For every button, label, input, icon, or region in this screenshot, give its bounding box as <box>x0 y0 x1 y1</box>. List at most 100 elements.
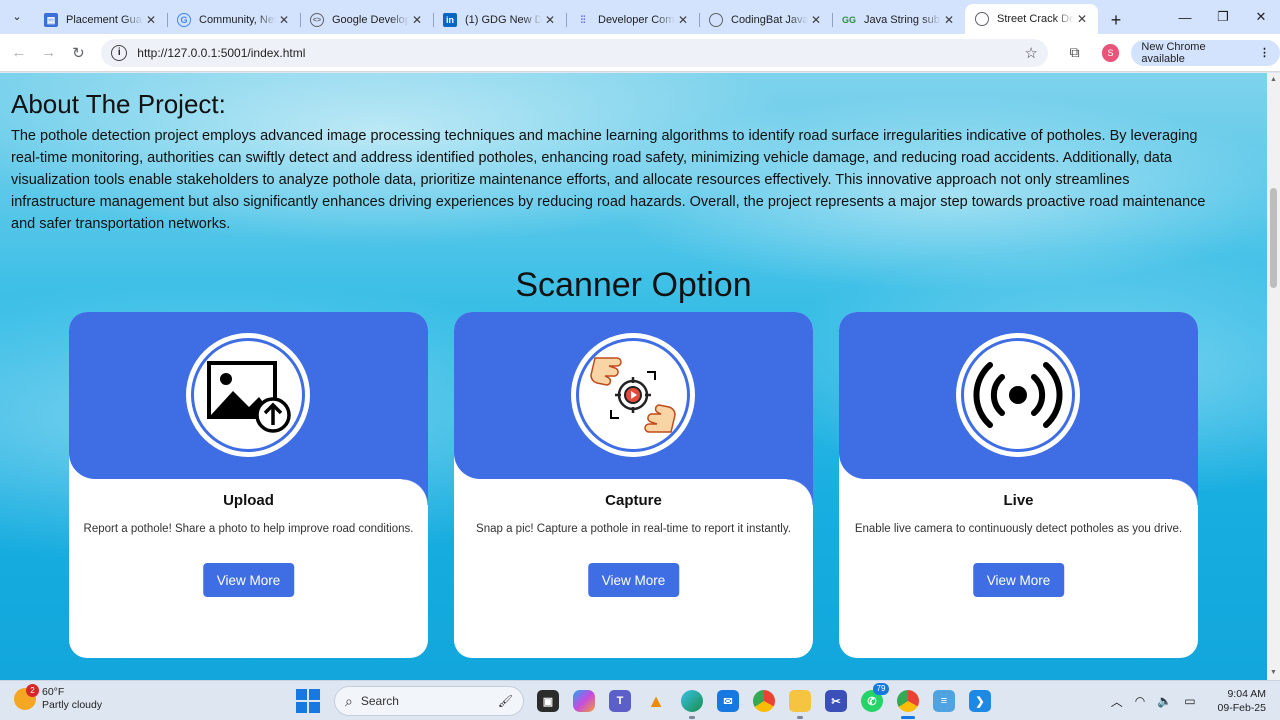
battery-icon[interactable]: ▭ <box>1184 694 1195 708</box>
browser-tab[interactable]: ⫶⫶ Developer Comm ✕ <box>566 6 699 34</box>
close-icon[interactable]: ✕ <box>941 13 957 27</box>
close-icon[interactable]: ✕ <box>409 13 425 27</box>
live-card: Live Enable live camera to continuously … <box>839 312 1198 658</box>
search-icon: ⌕ <box>345 692 353 709</box>
search-label: Search <box>360 694 399 708</box>
task-view-icon[interactable]: ▣ <box>530 685 566 717</box>
card-description: Snap a pic! Capture a pothole in real-ti… <box>476 523 791 535</box>
chrome-active-icon[interactable] <box>890 685 926 719</box>
close-icon[interactable]: ✕ <box>542 13 558 27</box>
back-button[interactable]: ← <box>4 38 34 68</box>
capture-card: Capture Snap a pic! Capture a pothole in… <box>454 312 813 658</box>
chevron-up-icon[interactable]: ︿ <box>1111 693 1123 710</box>
file-explorer-icon[interactable] <box>782 685 818 719</box>
notification-badge: 2 <box>26 684 39 697</box>
tab-search-button[interactable]: ⌄ <box>0 0 34 34</box>
edge-icon[interactable] <box>674 685 710 719</box>
mail-icon[interactable]: ✉ <box>710 685 746 717</box>
forward-button[interactable]: → <box>34 38 64 68</box>
weather-desc: Partly cloudy <box>42 699 103 711</box>
browser-tab[interactable]: <> Google Develop ✕ <box>300 6 433 34</box>
teams-icon[interactable]: T <box>602 685 638 717</box>
web-page: About The Project: The pothole detection… <box>0 73 1267 680</box>
close-icon[interactable]: ✕ <box>808 13 824 27</box>
upload-view-more-button[interactable]: View More <box>202 563 295 597</box>
upload-card: Upload Report a pothole! Share a photo t… <box>69 312 428 658</box>
browser-tab[interactable]: in (1) GDG New De ✕ <box>433 6 566 34</box>
linkedin-icon: in <box>443 13 457 27</box>
weather-widget[interactable]: 2 60°F Partly cloudy <box>14 684 103 712</box>
wifi-icon[interactable]: ◠ <box>1135 694 1145 708</box>
menu-dots-icon: ⋮ <box>1259 47 1271 59</box>
taskbar: 2 60°F Partly cloudy ⌕ Search 🖌 ▣ T ▲ ✉ … <box>0 680 1280 720</box>
vscode-icon[interactable]: ❯ <box>962 685 998 717</box>
close-icon[interactable]: ✕ <box>675 13 691 27</box>
chevron-down-icon: ⌄ <box>12 11 22 23</box>
live-broadcast-icon <box>961 338 1075 452</box>
clock-time: 9:04 AM <box>1227 688 1266 700</box>
plus-icon: + <box>1110 9 1122 30</box>
url-text[interactable]: http://127.0.0.1:5001/index.html <box>137 46 1024 60</box>
browser-tab[interactable]: CodingBat Java ✕ <box>699 6 832 34</box>
browser-tab[interactable]: GG Java String subst ✕ <box>832 6 965 34</box>
site-info-icon[interactable]: i <box>111 44 128 61</box>
scroll-up-icon[interactable]: ▲ <box>1267 73 1280 87</box>
new-tab-button[interactable]: + <box>1102 6 1130 34</box>
tab-title: Community, Net <box>199 14 276 26</box>
address-bar[interactable]: i http://127.0.0.1:5001/index.html ☆ <box>101 38 1048 67</box>
search-highlight-icon: 🖌 <box>497 694 513 708</box>
clock[interactable]: 9:04 AM 09-Feb-25 <box>1218 687 1266 715</box>
tab-list: ▤ Placement Guara ✕ G Community, Net ✕ <… <box>34 0 1098 34</box>
update-label: New Chrome available <box>1141 40 1206 65</box>
arrow-right-icon: → <box>41 44 57 61</box>
copilot-icon[interactable] <box>566 685 602 717</box>
about-text: The pothole detection project employs ad… <box>11 128 1206 232</box>
bookmark-star-icon[interactable]: ☆ <box>1024 44 1037 62</box>
tab-title: Street Crack Det <box>997 13 1074 25</box>
avatar[interactable]: S <box>1101 43 1120 62</box>
system-tray: ︿ ◠ 🔈 ▭ 9:04 AM 09-Feb-25 <box>1111 685 1266 717</box>
google-icon: G <box>177 13 191 27</box>
scrollbar-thumb[interactable] <box>1270 188 1277 288</box>
code-icon: <> <box>310 13 324 27</box>
whatsapp-count: 79 <box>873 683 889 695</box>
doc-icon: ▤ <box>44 13 58 27</box>
close-icon[interactable]: ✕ <box>1074 12 1090 26</box>
restore-button[interactable]: ❐ <box>1204 0 1242 34</box>
close-icon[interactable]: ✕ <box>143 13 159 27</box>
extensions-icon[interactable]: ⧉ <box>1060 44 1090 61</box>
browser-tab[interactable]: G Community, Net ✕ <box>167 6 300 34</box>
scanner-title: Scanner Option <box>515 266 752 304</box>
vlc-icon[interactable]: ▲ <box>638 685 674 717</box>
weather-icon: 2 <box>14 684 39 710</box>
close-icon[interactable]: ✕ <box>276 13 292 27</box>
page-scrollbar[interactable]: ▲ ▼ <box>1267 73 1280 680</box>
notepad-icon[interactable]: ≡ <box>926 685 962 717</box>
image-upload-icon <box>191 338 305 452</box>
scroll-down-icon[interactable]: ▼ <box>1267 666 1280 680</box>
volume-icon[interactable]: 🔈 <box>1157 694 1172 708</box>
windows-start-icon[interactable] <box>296 689 320 713</box>
reload-button[interactable]: ↻ <box>64 38 94 68</box>
tab-title: Developer Comm <box>598 14 675 26</box>
snipping-tool-icon[interactable]: ✂ <box>818 685 854 717</box>
capture-view-more-button[interactable]: View More <box>587 563 680 597</box>
chrome-icon[interactable] <box>746 685 782 717</box>
weather-temp: 60°F <box>42 686 65 698</box>
browser-tab[interactable]: ▤ Placement Guara ✕ <box>34 6 167 34</box>
browser-toolbar: ← → ↻ i http://127.0.0.1:5001/index.html… <box>0 34 1280 72</box>
card-description: Enable live camera to continuously detec… <box>854 523 1183 535</box>
tab-title: CodingBat Java <box>731 14 808 26</box>
minimize-button[interactable]: — <box>1166 0 1204 34</box>
tab-title: (1) GDG New De <box>465 14 542 26</box>
browser-tab-active[interactable]: Street Crack Det ✕ <box>965 4 1098 34</box>
tab-strip: ⌄ ▤ Placement Guara ✕ G Community, Net ✕… <box>0 0 1280 34</box>
live-view-more-button[interactable]: View More <box>972 563 1065 597</box>
card-title: Upload <box>223 492 274 509</box>
close-window-button[interactable]: ✕ <box>1242 0 1280 34</box>
whatsapp-icon[interactable]: ✆ 79 <box>854 683 890 717</box>
taskbar-search[interactable]: ⌕ Search 🖌 <box>334 686 524 716</box>
icon-ring <box>571 333 695 457</box>
gfg-icon: GG <box>842 15 857 25</box>
chrome-update-button[interactable]: New Chrome available ⋮ <box>1131 39 1280 66</box>
